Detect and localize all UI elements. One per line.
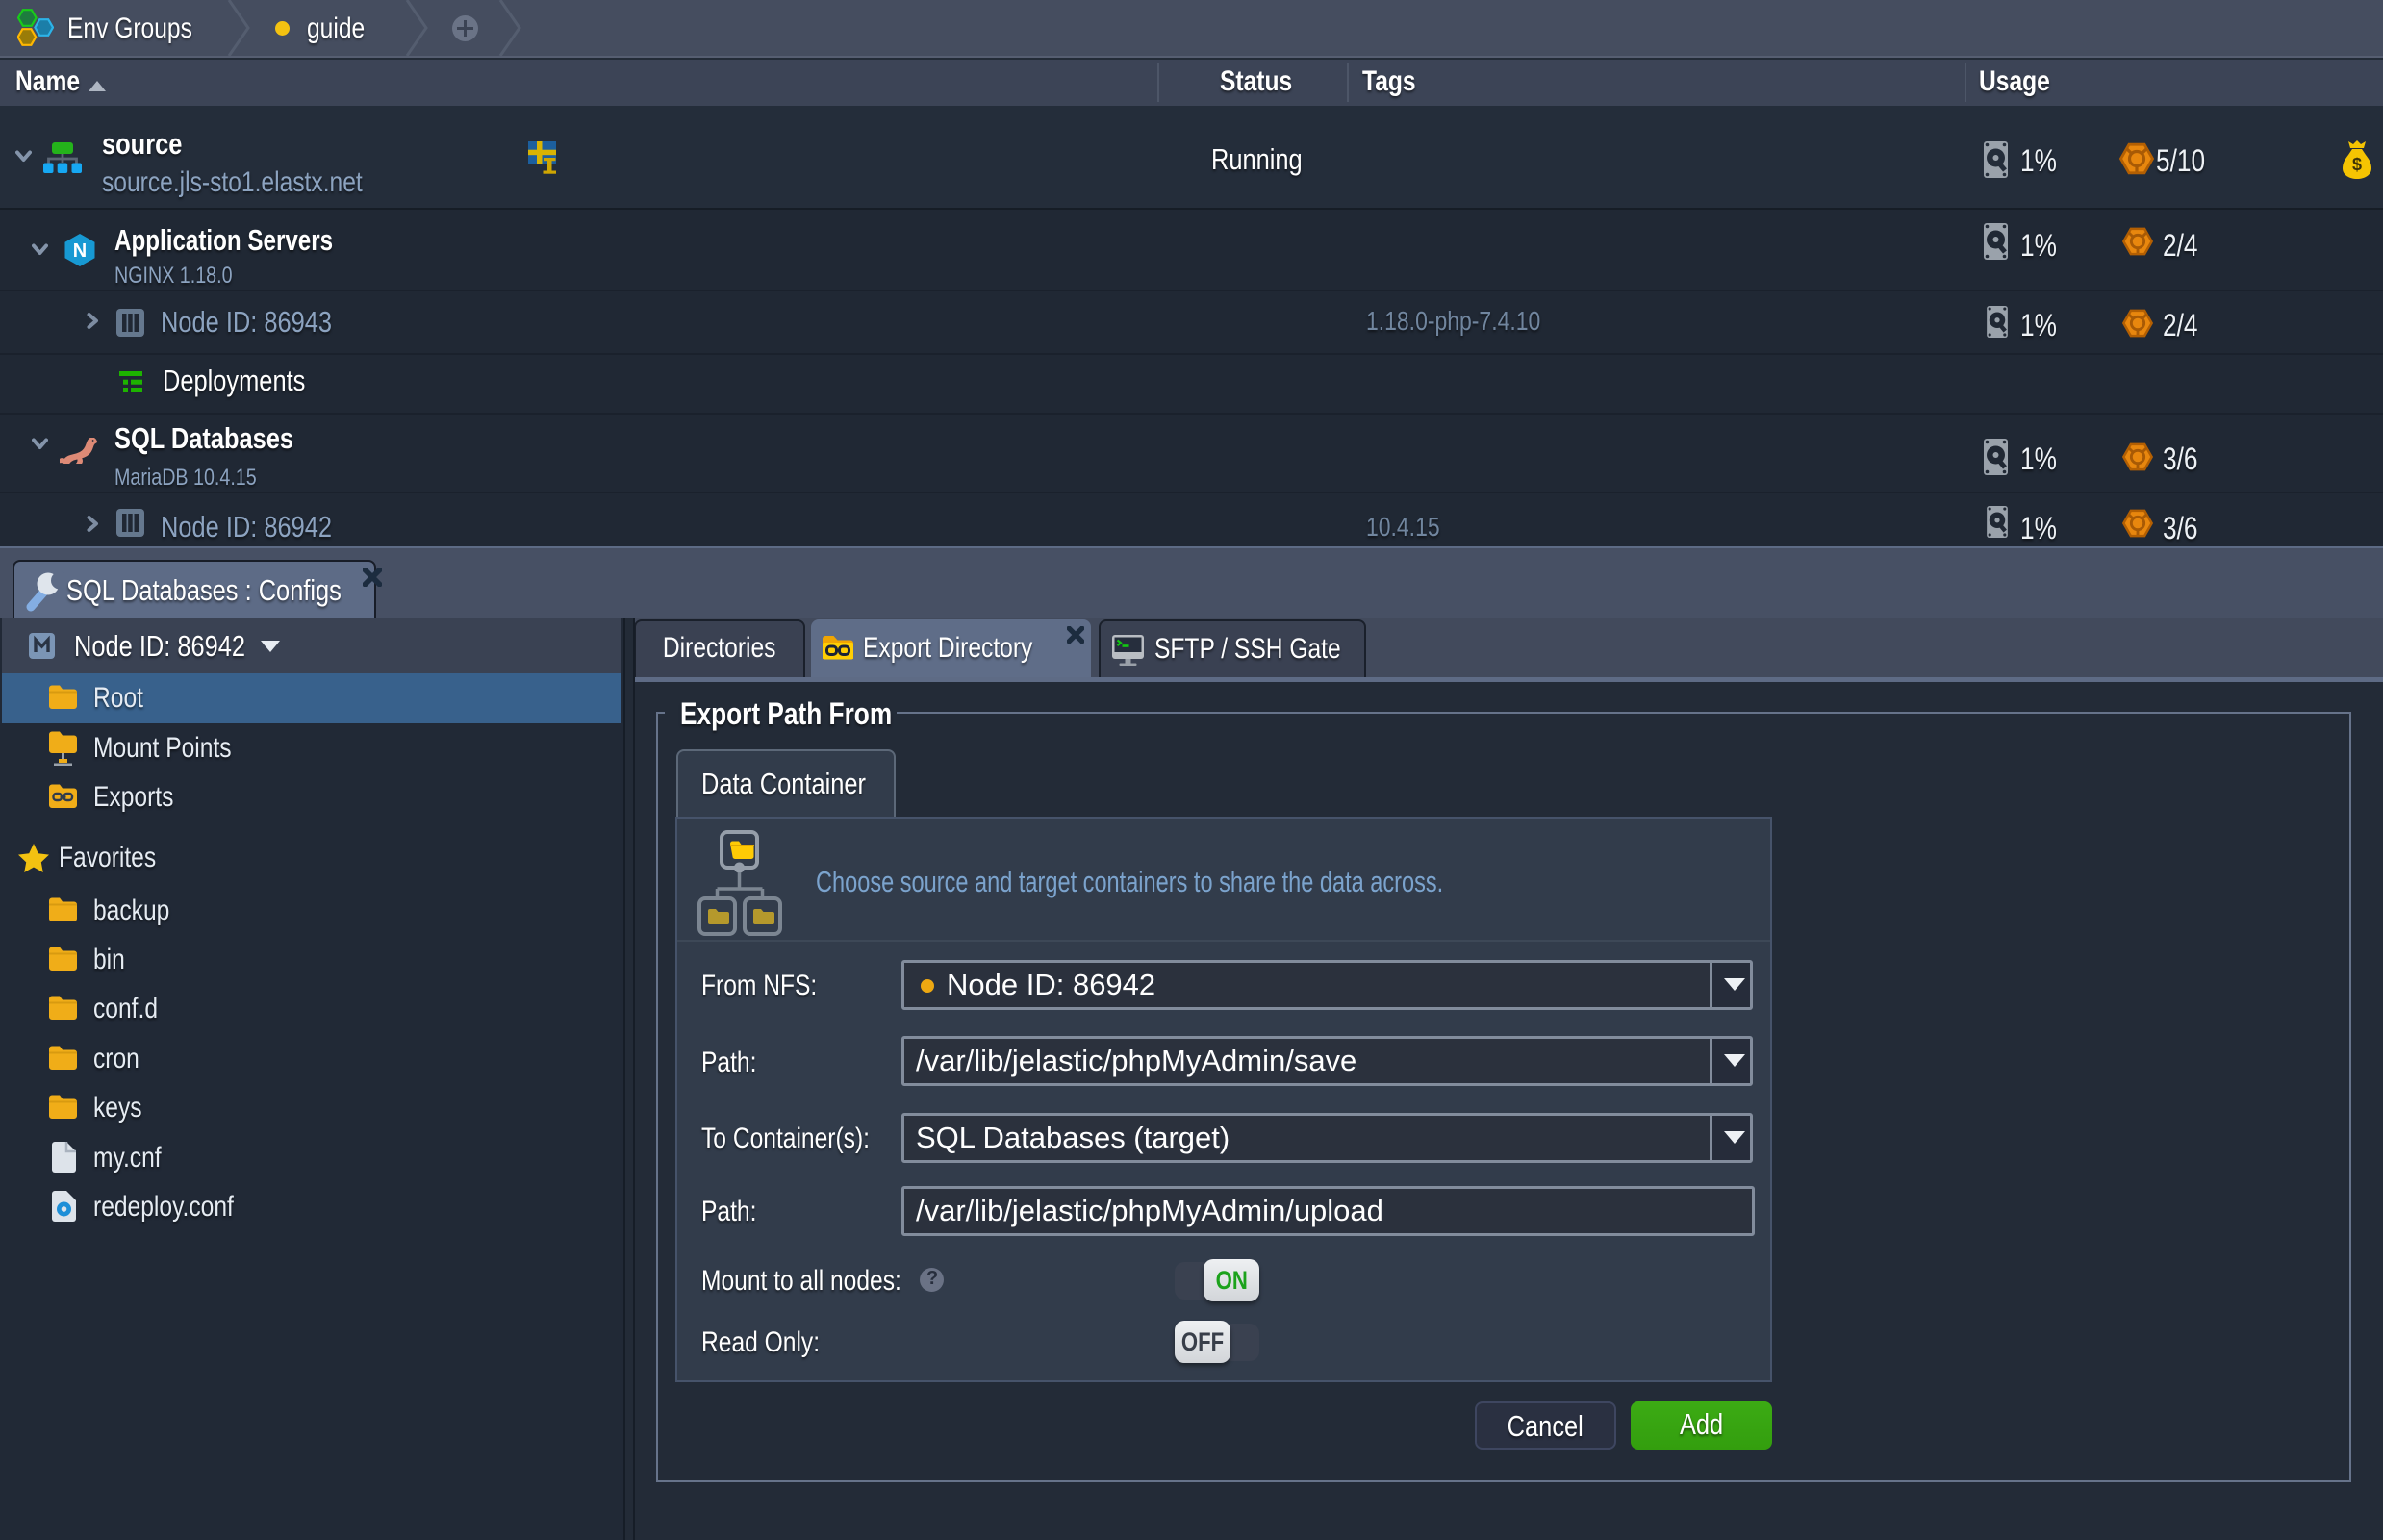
svg-text:N: N [73,240,87,262]
svg-text:$: $ [2352,155,2362,174]
